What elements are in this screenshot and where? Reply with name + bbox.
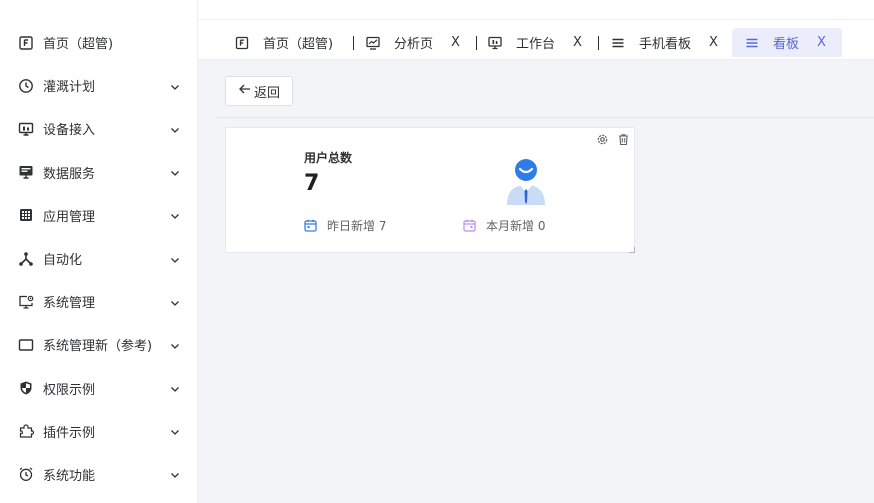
sidebar-item-automation[interactable]: 自动化 (0, 237, 198, 280)
clock-icon (18, 78, 34, 94)
logo (30, 0, 110, 6)
resize-handle[interactable] (629, 247, 635, 253)
sidebar-item-irrigation-plan[interactable]: 灌溉计划 (0, 64, 198, 107)
home-icon (18, 35, 34, 51)
chevron-down-icon (170, 469, 180, 479)
menu-icon (745, 36, 759, 50)
sidebar: 首页（超管) 灌溉计划 设备接入 数据服务 应用管理 自动化 系统管理 系统管理… (0, 0, 198, 503)
top-header (198, 0, 874, 20)
tab-separator (598, 36, 599, 50)
grid-icon (18, 207, 34, 223)
close-icon[interactable]: X (573, 35, 582, 50)
main-content: 返回 用户总数 7 昨日新增 7 本月新增 0 (198, 60, 874, 503)
stat-yesterday-label: 昨日新增 7 (327, 219, 387, 233)
sidebar-item-label: 系统功能 (43, 468, 96, 484)
tab-separator (353, 36, 354, 50)
sidebar-item-label: 数据服务 (43, 166, 96, 182)
calendar-icon (304, 219, 317, 232)
chevron-down-icon (170, 124, 180, 134)
sidebar-item-label: 系统管理 (43, 296, 96, 312)
chart-icon (366, 36, 380, 50)
card-title: 用户总数 (304, 151, 353, 165)
sidebar-item-data-service[interactable]: 数据服务 (0, 151, 198, 194)
card-toolbar (596, 133, 630, 146)
chevron-down-icon (170, 81, 180, 91)
sidebar-item-permission-example[interactable]: 权限示例 (0, 367, 198, 410)
menu-icon (611, 36, 625, 50)
close-icon[interactable]: X (817, 35, 826, 50)
stat-month: 本月新增 0 (463, 217, 545, 234)
sidebar-item-app-management[interactable]: 应用管理 (0, 194, 198, 237)
user-total-card: 用户总数 7 昨日新增 7 本月新增 0 (225, 127, 635, 253)
monitor-settings-icon (18, 294, 34, 310)
sidebar-item-home[interactable]: 首页（超管) (0, 21, 198, 64)
tab-mobile-dashboard[interactable]: 手机看板 X (611, 28, 718, 57)
sidebar-item-label: 灌溉计划 (43, 80, 96, 96)
tab-label: 手机看板 (639, 37, 692, 52)
tab-workbench[interactable]: 工作台 X (488, 28, 582, 57)
data-screen-icon (18, 164, 34, 180)
tab-bar: 首页（超管) 分析页 X 工作台 X 手机看板 X 看板 X (198, 20, 874, 60)
monitor-icon (18, 121, 34, 137)
divider (216, 117, 874, 118)
screen-icon (18, 337, 34, 353)
close-icon[interactable]: X (709, 35, 718, 50)
settings-icon[interactable] (596, 133, 609, 146)
sidebar-item-label: 首页（超管) (43, 37, 114, 53)
sidebar-item-label: 插件示例 (43, 425, 96, 441)
sidebar-item-system-functions[interactable]: 系统功能 (0, 453, 198, 496)
sidebar-item-label: 自动化 (43, 253, 83, 269)
tab-home[interactable]: 首页（超管) (235, 28, 333, 57)
tab-label: 看板 (773, 37, 800, 52)
trash-icon[interactable] (617, 133, 630, 146)
tab-dashboard[interactable]: 看板 X (732, 28, 842, 57)
stat-month-label: 本月新增 0 (486, 219, 546, 233)
calendar-icon (463, 219, 476, 232)
chevron-down-icon (170, 340, 180, 350)
sidebar-menu: 首页（超管) 灌溉计划 设备接入 数据服务 应用管理 自动化 系统管理 系统管理… (0, 21, 198, 496)
puzzle-icon (18, 423, 34, 439)
close-icon[interactable]: X (451, 35, 460, 50)
sidebar-item-system-management[interactable]: 系统管理 (0, 280, 198, 323)
shield-icon (18, 380, 34, 396)
tab-separator (476, 36, 477, 50)
chevron-down-icon (170, 426, 180, 436)
chevron-down-icon (170, 210, 180, 220)
sidebar-item-device-access[interactable]: 设备接入 (0, 107, 198, 150)
back-button-label: 返回 (253, 85, 280, 101)
sidebar-item-plugin-example[interactable]: 插件示例 (0, 410, 198, 453)
sidebar-item-label: 应用管理 (43, 209, 96, 225)
sidebar-item-label: 权限示例 (43, 382, 96, 398)
arrow-left-icon (238, 83, 251, 99)
alarm-clock-icon (18, 466, 34, 482)
chevron-down-icon (170, 383, 180, 393)
stat-yesterday: 昨日新增 7 (304, 217, 386, 234)
chevron-down-icon (170, 167, 180, 177)
monitor-icon (488, 36, 502, 50)
tab-label: 分析页 (394, 37, 434, 52)
user-avatar-icon (502, 147, 550, 207)
back-button[interactable]: 返回 (225, 76, 293, 106)
card-value: 7 (304, 171, 320, 196)
sidebar-item-label: 系统管理新（参考) (43, 339, 153, 355)
tab-analysis[interactable]: 分析页 X (366, 28, 460, 57)
chevron-down-icon (170, 254, 180, 264)
sidebar-item-label: 设备接入 (43, 123, 96, 139)
chevron-down-icon (170, 297, 180, 307)
tab-label: 工作台 (516, 37, 556, 52)
tab-label: 首页（超管) (263, 37, 334, 52)
home-icon (235, 36, 249, 50)
sidebar-item-system-management-new[interactable]: 系统管理新（参考) (0, 323, 198, 366)
network-icon (18, 251, 34, 267)
